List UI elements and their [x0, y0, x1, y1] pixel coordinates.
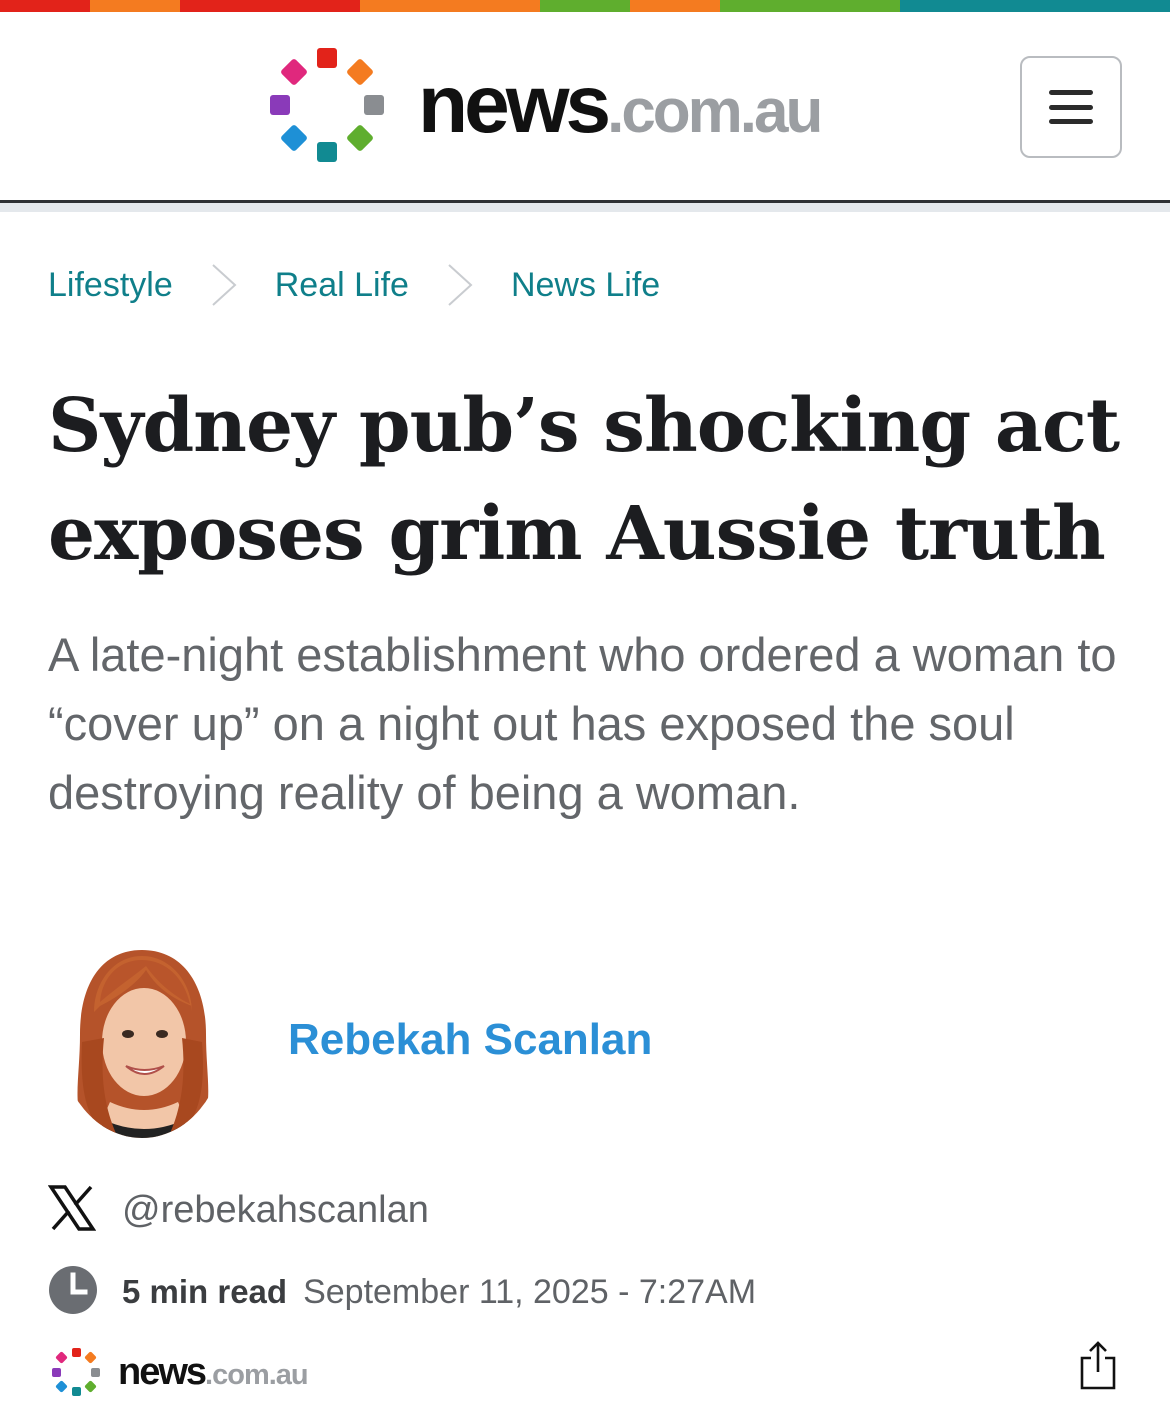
logo-dot — [55, 1379, 69, 1393]
stripe-segment — [450, 0, 540, 12]
logo-dot — [346, 57, 375, 86]
author-avatar[interactable] — [60, 942, 224, 1138]
logo-dot — [317, 142, 337, 162]
author-name-link[interactable]: Rebekah Scanlan — [288, 1015, 652, 1065]
logo-dot — [346, 124, 375, 153]
stripe-segment — [360, 0, 450, 12]
stripe-segment — [630, 0, 720, 12]
hamburger-icon — [1049, 90, 1093, 124]
logo-dots-icon — [262, 40, 392, 170]
clock-icon — [48, 1265, 98, 1320]
stripe-segment — [810, 0, 900, 12]
footer-logo-wordmark: news — [118, 1350, 207, 1393]
read-time: 5 min read — [122, 1273, 288, 1310]
brand-color-stripe — [0, 0, 1170, 12]
article-standfirst: A late-night establishment who ordered a… — [48, 628, 1117, 819]
logo-dot — [83, 1351, 97, 1365]
article-meta: 5 min read September 11, 2025 - 7:27AM — [48, 1265, 757, 1320]
logo-domain: .com.au — [607, 77, 823, 146]
breadcrumb-item-lifestyle[interactable]: Lifestyle — [48, 266, 173, 305]
logo-dot — [279, 57, 308, 86]
breadcrumb-item-news-life[interactable]: News Life — [511, 266, 660, 305]
footer-logo-domain: .com.au — [205, 1358, 309, 1391]
logo-dot — [55, 1351, 69, 1365]
logo-dot — [71, 1347, 81, 1357]
x-logo-icon — [47, 1184, 97, 1237]
logo-dot — [91, 1367, 101, 1377]
site-header: news .com.au — [0, 12, 1170, 202]
menu-button[interactable] — [1020, 56, 1122, 158]
stripe-segment — [90, 0, 180, 12]
chevron-right-icon — [209, 262, 239, 308]
footer-site-logo[interactable]: news .com.au — [48, 1340, 309, 1404]
stripe-segment — [540, 0, 630, 12]
share-icon — [1078, 1340, 1118, 1397]
site-logo[interactable]: news .com.au — [262, 40, 922, 170]
logo-dot — [317, 48, 337, 68]
stripe-segment — [720, 0, 810, 12]
logo-dot — [270, 95, 290, 115]
stripe-segment — [990, 0, 1080, 12]
article-headline: Sydney pub’s shocking act exposes grim A… — [48, 383, 1120, 577]
logo-wordmark: news — [418, 59, 611, 150]
stripe-segment — [180, 0, 270, 12]
logo-dot — [83, 1379, 97, 1393]
publish-date: September 11, 2025 - 7:27AM — [303, 1272, 757, 1311]
logo-dot — [279, 124, 308, 153]
author-block: Rebekah Scanlan — [60, 940, 1120, 1140]
logo-dot — [51, 1367, 61, 1377]
stripe-segment — [270, 0, 360, 12]
logo-dots-icon — [48, 1344, 104, 1400]
share-button[interactable] — [1074, 1340, 1122, 1396]
author-social[interactable]: @rebekahscanlan — [47, 1184, 429, 1237]
chevron-right-icon — [445, 262, 475, 308]
breadcrumb: Lifestyle Real Life News Life — [48, 262, 660, 308]
header-divider-shadow — [0, 203, 1170, 212]
stripe-segment — [1080, 0, 1170, 12]
stripe-segment — [0, 0, 90, 12]
logo-dot — [364, 95, 384, 115]
author-social-handle[interactable]: @rebekahscanlan — [122, 1189, 429, 1232]
breadcrumb-item-real-life[interactable]: Real Life — [275, 266, 409, 305]
logo-dot — [71, 1387, 81, 1397]
stripe-segment — [900, 0, 990, 12]
